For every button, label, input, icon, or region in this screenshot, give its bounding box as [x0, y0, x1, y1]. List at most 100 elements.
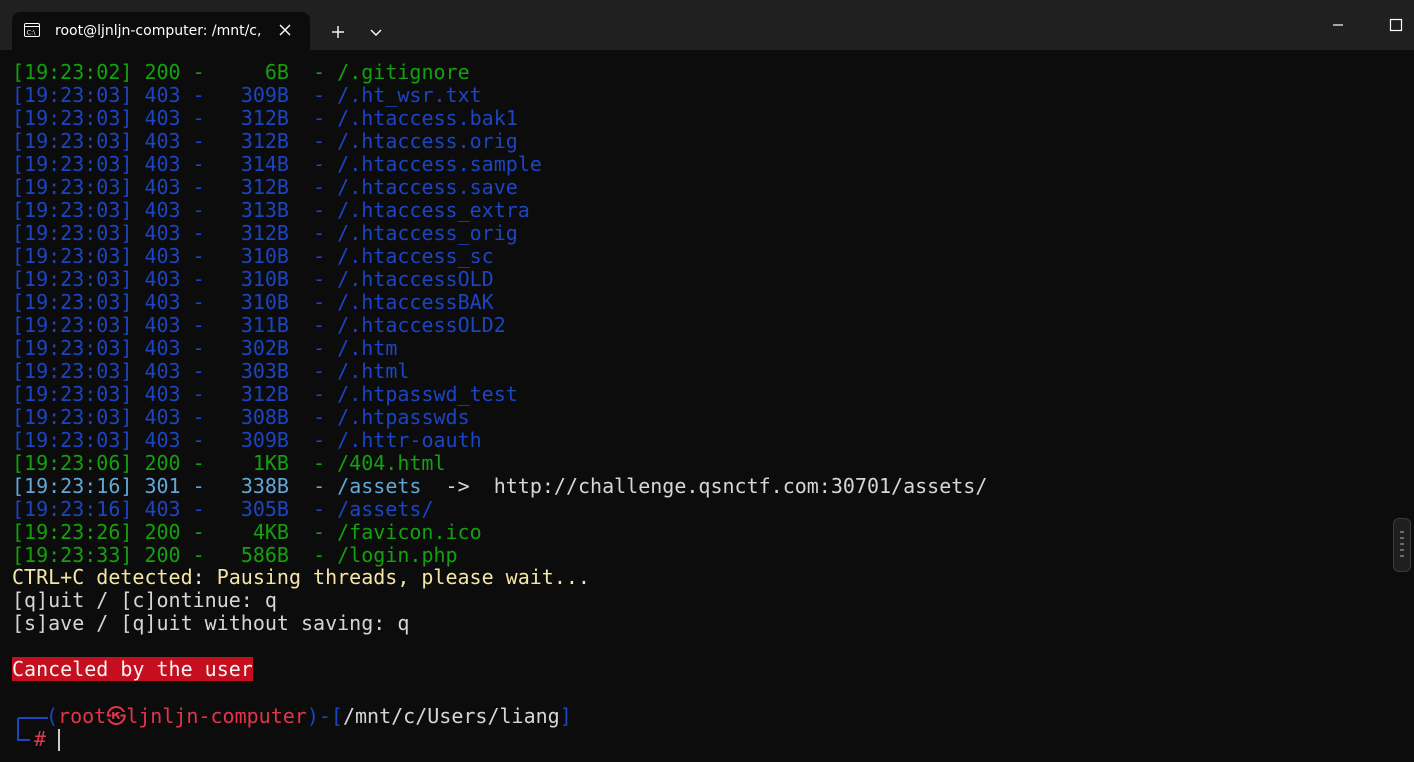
tab-title: root@ljnljn-computer: /mnt/c, — [55, 23, 262, 39]
redirect-arrow: -> — [421, 474, 494, 498]
scan-line: [19:23:03] 403 - 310B - /.htaccessBAK — [12, 291, 494, 314]
scan-time: [19:23:02] — [12, 60, 133, 84]
scan-size: 309B — [240, 83, 289, 107]
scan-status: 200 — [144, 451, 181, 475]
scan-path: /.httr-oauth — [337, 428, 482, 452]
scan-status: 403 — [144, 83, 181, 107]
spacer: - — [288, 543, 338, 567]
spacer: - — [288, 129, 338, 153]
canceled-text: Canceled by the user — [12, 657, 253, 681]
prompt-hash: # — [34, 727, 47, 751]
scan-path: /404.html — [337, 451, 446, 475]
spacer: - — [288, 382, 338, 406]
scan-size: 302B — [240, 336, 289, 360]
scan-line: [19:23:03] 403 - 312B - /.htaccess.bak1 — [12, 107, 518, 130]
scan-path: /.html — [337, 359, 410, 383]
spacer: - — [180, 244, 241, 268]
spacer: - — [288, 152, 338, 176]
spacer: - — [288, 520, 338, 544]
terminal-tab[interactable]: C:\ root@ljnljn-computer: /mnt/c, — [12, 12, 310, 50]
scan-status: 403 — [144, 152, 181, 176]
close-icon[interactable] — [276, 21, 294, 39]
scan-time: [19:23:03] — [12, 313, 133, 337]
scan-size: 308B — [240, 405, 289, 429]
scan-line: [19:23:06] 200 - 1KB - /404.html — [12, 452, 446, 475]
prompt-at-icon: ㉿ — [106, 704, 127, 728]
scan-size: 310B — [240, 267, 289, 291]
scan-path: /.htaccessOLD — [337, 267, 494, 291]
scan-path: /.htpasswds — [337, 405, 470, 429]
scan-line: [19:23:03] 403 - 310B - /.htaccess_sc — [12, 245, 494, 268]
scan-size: 311B — [240, 313, 289, 337]
spacer: - — [180, 221, 241, 245]
maximize-icon[interactable] — [1382, 12, 1410, 38]
spacer: - — [180, 83, 241, 107]
scan-time: [19:23:03] — [12, 129, 133, 153]
scan-path: /.htm — [337, 336, 398, 360]
spacer: - — [288, 198, 338, 222]
scan-line: [19:23:03] 403 - 312B - /.htaccess.orig — [12, 130, 518, 153]
scan-size: 312B — [240, 382, 289, 406]
scan-size: 1KB — [252, 451, 289, 475]
spacer: - — [180, 106, 241, 130]
spacer: - — [288, 106, 338, 130]
scan-status: 301 — [144, 474, 181, 498]
scan-time: [19:23:16] — [12, 497, 133, 521]
scan-time: [19:23:03] — [12, 244, 133, 268]
spacer: - — [288, 267, 338, 291]
spacer: - — [180, 336, 241, 360]
scan-status: 403 — [144, 290, 181, 314]
scan-size: 338B — [240, 474, 289, 498]
scan-line: [19:23:03] 403 - 312B - /.htaccess.save — [12, 176, 518, 199]
scan-path: /.htaccess.sample — [337, 152, 542, 176]
spacer: - — [180, 520, 253, 544]
scan-time: [19:23:03] — [12, 152, 133, 176]
prompt-cwd: /mnt/c/Users/liang — [342, 704, 560, 728]
spacer: - — [180, 543, 241, 567]
scan-line: [19:23:33] 200 - 586B - /login.php — [12, 544, 458, 567]
scan-size: 309B — [240, 428, 289, 452]
scan-line: [19:23:03] 403 - 310B - /.htaccessOLD — [12, 268, 494, 291]
save-quit-prompt: [s]ave / [q]uit without saving: q — [12, 611, 410, 635]
scan-path: /assets/ — [337, 497, 434, 521]
scan-status: 200 — [144, 60, 181, 84]
scan-path: /.htaccess.save — [337, 175, 518, 199]
chevron-down-icon[interactable] — [362, 19, 390, 45]
scan-status: 403 — [144, 198, 181, 222]
spacer: - — [180, 428, 241, 452]
scan-time: [19:23:03] — [12, 405, 133, 429]
scan-line: [19:23:02] 200 - 6B - /.gitignore — [12, 61, 470, 84]
scan-status: 403 — [144, 221, 181, 245]
scan-status: 403 — [144, 497, 181, 521]
redirect-url: http://challenge.qsnctf.com:30701/assets… — [493, 474, 988, 498]
text-cursor[interactable] — [58, 729, 60, 751]
scan-status: 403 — [144, 405, 181, 429]
terminal-output[interactable]: [19:23:02] 200 - 6B - /.gitignore [19:23:… — [0, 50, 1390, 762]
plus-icon[interactable] — [322, 19, 354, 45]
minimize-icon[interactable] — [1324, 12, 1352, 38]
scrollbar-thumb[interactable] — [1393, 518, 1411, 572]
spacer: - — [180, 405, 241, 429]
scan-time: [19:23:03] — [12, 198, 133, 222]
scan-size: 313B — [240, 198, 289, 222]
scan-path: /.htaccess_extra — [337, 198, 530, 222]
spacer: - — [288, 359, 338, 383]
scan-time: [19:23:03] — [12, 290, 133, 314]
scan-status: 403 — [144, 267, 181, 291]
scan-size: 312B — [240, 175, 289, 199]
spacer: - — [180, 474, 241, 498]
scan-path: /.gitignore — [337, 60, 470, 84]
scan-time: [19:23:03] — [12, 382, 133, 406]
spacer: - — [180, 359, 241, 383]
